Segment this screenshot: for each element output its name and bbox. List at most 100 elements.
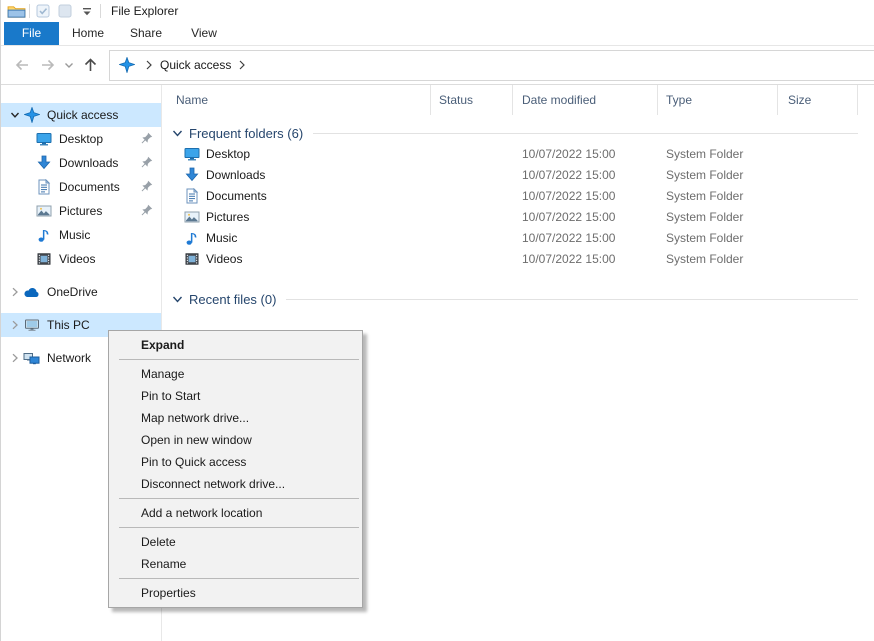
sidebar-item-label: Network bbox=[47, 351, 91, 365]
explorer-logo-icon[interactable] bbox=[5, 1, 27, 21]
group-header-recent-files-0[interactable]: Recent files (0) bbox=[162, 289, 874, 309]
sidebar-item-onedrive[interactable]: OneDrive bbox=[1, 280, 161, 304]
tab-share[interactable]: Share bbox=[117, 22, 175, 45]
this-pc-icon bbox=[23, 317, 40, 333]
sidebar-item-desktop[interactable]: Desktop bbox=[1, 127, 161, 151]
context-menu: Expand ManagePin to StartMap network driv… bbox=[108, 330, 363, 608]
file-name: Music bbox=[206, 231, 237, 245]
group-collapse-chevron-icon[interactable] bbox=[172, 295, 183, 304]
file-type: System Folder bbox=[658, 206, 778, 227]
music-icon bbox=[35, 227, 52, 243]
file-row-downloads[interactable]: Downloads 10/07/2022 15:00System Folder bbox=[162, 164, 874, 185]
pictures-icon bbox=[35, 203, 52, 219]
breadcrumb-chevron-icon[interactable] bbox=[145, 60, 153, 70]
pin-icon bbox=[141, 204, 153, 216]
file-name: Downloads bbox=[206, 168, 265, 182]
column-headers: NameStatusDate modifiedTypeSize bbox=[162, 85, 874, 115]
tab-file[interactable]: File bbox=[4, 22, 59, 45]
forward-button[interactable] bbox=[35, 52, 61, 78]
desktop-icon bbox=[35, 131, 52, 147]
address-bar[interactable]: Quick access bbox=[109, 50, 874, 81]
breadcrumb-chevron-icon[interactable] bbox=[238, 60, 246, 70]
sidebar-item-music[interactable]: Music bbox=[1, 223, 161, 247]
breadcrumb-location[interactable]: Quick access bbox=[160, 58, 231, 72]
back-button[interactable] bbox=[9, 52, 35, 78]
column-header-status[interactable]: Status bbox=[431, 85, 513, 115]
tree-collapsed-chevron-icon[interactable] bbox=[7, 320, 23, 330]
sidebar-item-label: Downloads bbox=[59, 156, 118, 170]
documents-icon bbox=[35, 179, 52, 195]
tab-home[interactable]: Home bbox=[59, 22, 117, 45]
file-date-modified: 10/07/2022 15:00 bbox=[513, 164, 658, 185]
file-row-desktop[interactable]: Desktop10/07/2022 15:00System Folder bbox=[162, 143, 874, 164]
up-button[interactable] bbox=[77, 52, 103, 78]
column-header-name[interactable]: Name bbox=[162, 85, 431, 115]
sidebar-item-quick-access[interactable]: Quick access bbox=[1, 103, 161, 127]
file-row-documents[interactable]: Documents10/07/2022 15:00System Folder bbox=[162, 185, 874, 206]
column-header-size[interactable]: Size bbox=[778, 85, 858, 115]
group-header-label: Recent files (0) bbox=[189, 292, 276, 307]
file-name: Documents bbox=[206, 189, 267, 203]
properties-qat-icon[interactable] bbox=[32, 1, 54, 21]
qat-separator bbox=[100, 4, 101, 18]
file-status bbox=[431, 185, 513, 206]
menu-item-disconnect-network-drive[interactable]: Disconnect network drive... bbox=[109, 473, 362, 495]
column-header-date-modified[interactable]: Date modified bbox=[513, 85, 658, 115]
menu-item-delete[interactable]: Delete bbox=[109, 531, 362, 553]
tree-expanded-chevron-icon[interactable] bbox=[7, 110, 23, 120]
menu-item-pin-to-start[interactable]: Pin to Start bbox=[109, 385, 362, 407]
file-row-music[interactable]: Music10/07/2022 15:00System Folder bbox=[162, 227, 874, 248]
sidebar-item-label: Music bbox=[59, 228, 90, 242]
group-header-rule bbox=[313, 133, 858, 134]
tree-collapsed-chevron-icon[interactable] bbox=[7, 287, 23, 297]
menu-item-manage[interactable]: Manage bbox=[109, 363, 362, 385]
menu-item-rename[interactable]: Rename bbox=[109, 553, 362, 575]
sidebar-item-downloads[interactable]: Downloads bbox=[1, 151, 161, 175]
menu-item-pin-to-quick-access[interactable]: Pin to Quick access bbox=[109, 451, 362, 473]
file-type: System Folder bbox=[658, 227, 778, 248]
new-folder-qat-icon[interactable] bbox=[54, 1, 76, 21]
menu-item-expand[interactable]: Expand bbox=[109, 334, 362, 356]
file-size bbox=[778, 185, 858, 206]
sidebar-item-videos[interactable]: Videos bbox=[1, 247, 161, 271]
tab-view[interactable]: View bbox=[175, 22, 233, 45]
sidebar-item-label: This PC bbox=[47, 318, 90, 332]
title-bar: File Explorer bbox=[1, 0, 874, 22]
group-collapse-chevron-icon[interactable] bbox=[172, 129, 183, 138]
file-type: System Folder bbox=[658, 248, 778, 269]
sidebar-item-pictures[interactable]: Pictures bbox=[1, 199, 161, 223]
tree-collapsed-chevron-icon[interactable] bbox=[7, 353, 23, 363]
file-status bbox=[431, 227, 513, 248]
menu-separator bbox=[119, 578, 359, 579]
pin-icon bbox=[141, 180, 153, 192]
onedrive-icon bbox=[23, 284, 40, 300]
file-status bbox=[431, 248, 513, 269]
sidebar-item-label: Quick access bbox=[47, 108, 118, 122]
customize-qat-dropdown-icon[interactable] bbox=[76, 1, 98, 21]
menu-item-properties[interactable]: Properties bbox=[109, 582, 362, 604]
group-header-frequent-folders-6[interactable]: Frequent folders (6) bbox=[162, 123, 874, 143]
menu-item-map-network-drive[interactable]: Map network drive... bbox=[109, 407, 362, 429]
column-header-type[interactable]: Type bbox=[658, 85, 778, 115]
file-explorer-window: File Explorer FileHomeShareView Quick ac… bbox=[0, 0, 874, 641]
file-row-pictures[interactable]: Pictures10/07/2022 15:00System Folder bbox=[162, 206, 874, 227]
ribbon-tabs: FileHomeShareView bbox=[1, 22, 874, 46]
sidebar-item-label: Pictures bbox=[59, 204, 102, 218]
group-header-label: Frequent folders (6) bbox=[189, 126, 303, 141]
file-row-videos[interactable]: Videos10/07/2022 15:00System Folder bbox=[162, 248, 874, 269]
file-size bbox=[778, 206, 858, 227]
sidebar-item-documents[interactable]: Documents bbox=[1, 175, 161, 199]
menu-item-add-a-network-location[interactable]: Add a network location bbox=[109, 502, 362, 524]
music-icon bbox=[184, 230, 200, 246]
videos-icon bbox=[35, 251, 52, 267]
pictures-icon bbox=[184, 209, 200, 225]
file-size bbox=[778, 227, 858, 248]
file-type: System Folder bbox=[658, 143, 778, 164]
recent-locations-dropdown[interactable] bbox=[61, 52, 77, 78]
file-status bbox=[431, 164, 513, 185]
file-type: System Folder bbox=[658, 164, 778, 185]
file-name: Pictures bbox=[206, 210, 249, 224]
file-type: System Folder bbox=[658, 185, 778, 206]
menu-item-open-in-new-window[interactable]: Open in new window bbox=[109, 429, 362, 451]
file-date-modified: 10/07/2022 15:00 bbox=[513, 248, 658, 269]
